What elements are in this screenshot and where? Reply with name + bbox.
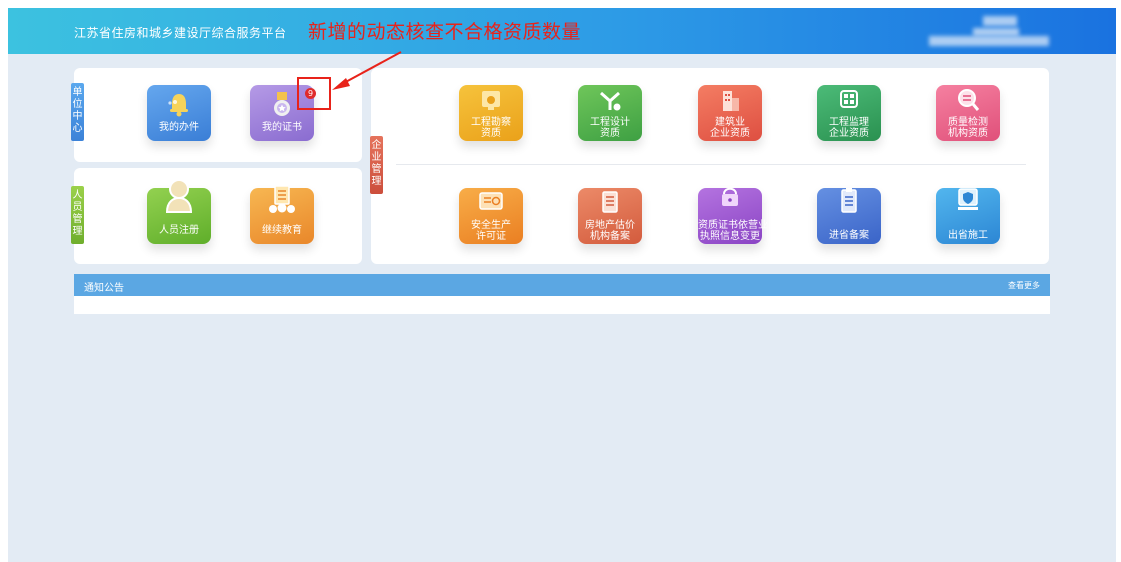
survey-qualification-button[interactable]: 工程勘察 资质 [459,85,523,141]
design-qualification-label: 工程设计 资质 [578,117,642,139]
document-icon [578,190,642,220]
label-line-2: 许可证 [476,231,506,242]
education-icon [250,184,314,220]
label-line-2: 资质 [481,128,501,139]
shield-icon [936,186,1000,220]
out-of-province-construction-label: 出省施工 [936,230,1000,241]
certificate-icon [459,89,523,117]
enterprise-management-tab[interactable]: 企业管理 [370,136,383,194]
quality-testing-qualification-label: 质量检测 机构资质 [936,117,1000,139]
folder-icon [698,184,762,214]
label-line-1: 工程监理 [829,117,869,128]
continuing-education-label: 继续教育 [262,225,302,236]
person-management-card [74,168,362,264]
notice-list [74,296,1050,314]
license-icon [459,190,523,220]
safety-license-label: 安全生产 许可证 [459,220,523,242]
annotation-text: 新增的动态核查不合格资质数量 [308,21,582,43]
site-title: 江苏省住房和城乡建设厅综合服务平台 [74,26,287,40]
license-info-change-label: 资质证书依营业 执照信息变更 [698,220,768,242]
supervision-qualification-label: 工程监理 企业资质 [817,117,881,139]
notice-title: 通知公告 [84,283,124,294]
monitor-icon [817,89,881,117]
app-root: 江苏省住房和城乡建设厅综合服务平台 新增的动态核查不合格资质数量 单位中心 我的… [8,8,1116,562]
real-estate-appraisal-button[interactable]: 房地产估价 机构备案 [578,188,642,244]
label-line-1: 出省施工 [948,230,988,241]
out-of-province-construction-button[interactable]: 出省施工 [936,188,1000,244]
view-more-link[interactable]: 查看更多 [1008,280,1040,291]
supervision-qualification-button[interactable]: 工程监理 企业资质 [817,85,881,141]
label-line-1: 房地产估价 [585,220,635,231]
top-header: 江苏省住房和城乡建设厅综合服务平台 新增的动态核查不合格资质数量 [8,8,1116,54]
survey-qualification-label: 工程勘察 资质 [459,117,523,139]
design-qualification-button[interactable]: 工程设计 资质 [578,85,642,141]
my-certificates-label: 我的证书 [262,122,302,133]
label-line-2: 企业资质 [829,128,869,139]
person-registration-button[interactable]: 人员注册 [147,179,211,244]
my-cases-button[interactable]: 我的办件 [147,85,211,141]
enter-province-filing-button[interactable]: 进省备案 [817,188,881,244]
unit-center-tab[interactable]: 单位中心 [71,83,84,141]
person-registration-label: 人员注册 [159,225,199,236]
bell-icon [147,91,211,123]
building-icon [698,89,762,117]
person-icon [147,176,211,220]
label-line-1: 工程设计 [590,117,630,128]
person-management-tab[interactable]: 人员管理 [71,186,84,244]
enter-province-filing-label: 进省备案 [817,230,881,241]
magnifier-icon [936,87,1000,117]
label-line-1: 安全生产 [471,220,511,231]
real-estate-appraisal-label: 房地产估价 机构备案 [578,220,642,242]
clipboard-icon [817,186,881,220]
label-line-2: 资质 [600,128,620,139]
label-line-1: 进省备案 [829,230,869,241]
label-line-2: 机构备案 [590,231,630,242]
continuing-education-button[interactable]: 继续教育 [250,185,314,244]
construction-qualification-button[interactable]: 建筑业 企业资质 [698,85,762,141]
license-info-change-button[interactable]: 资质证书依营业 执照信息变更 [698,187,768,244]
user-info-blurred[interactable] [923,14,1063,48]
label-line-2: 企业资质 [710,128,750,139]
safety-license-button[interactable]: 安全生产 许可证 [459,188,523,244]
label-line-2: 执照信息变更 [700,231,760,242]
label-line-1: 建筑业 [715,117,745,128]
notice-header: 通知公告 查看更多 [74,274,1050,296]
enterprise-divider [396,164,1026,165]
label-line-1: 资质证书依营业 [698,220,768,231]
drafting-icon [578,89,642,117]
label-line-1: 工程勘察 [471,117,511,128]
label-line-1: 质量检测 [948,117,988,128]
quality-testing-qualification-button[interactable]: 质量检测 机构资质 [936,85,1000,141]
annotation-highlight-box [297,77,331,110]
my-cases-label: 我的办件 [159,122,199,133]
construction-qualification-label: 建筑业 企业资质 [698,117,762,139]
label-line-2: 机构资质 [948,128,988,139]
